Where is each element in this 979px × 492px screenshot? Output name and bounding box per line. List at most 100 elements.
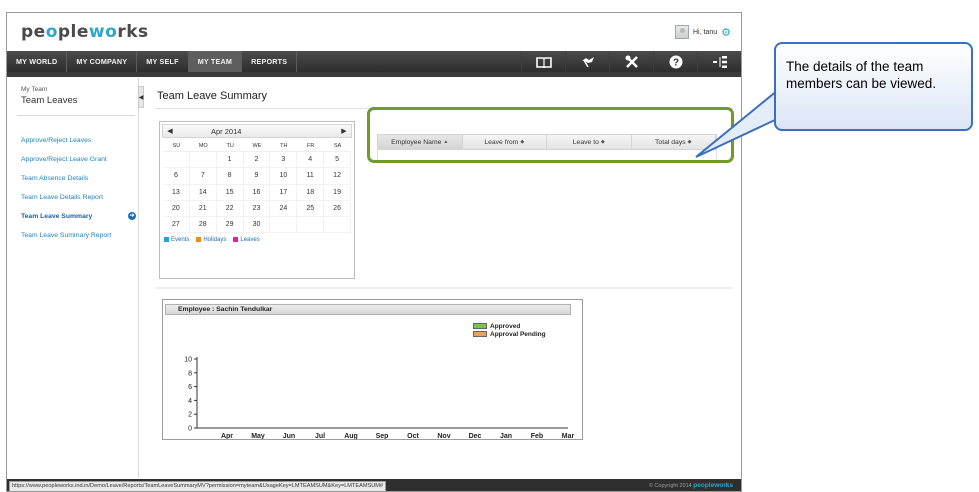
calendar-day[interactable]: 2 [243, 152, 271, 169]
main-nav: MY WORLD MY COMPANY MY SELF MY TEAM REPO… [7, 51, 741, 72]
calendar-day[interactable]: 30 [243, 217, 271, 234]
calendar-legend-item: Leaves [233, 237, 260, 244]
calendar-day[interactable]: 4 [297, 152, 325, 169]
calendar-widget: ◀ Apr 2014 ▶ SU MO TU WE TH FR SA 1 2 3 4 5 6 7 8 9 10 11… [159, 121, 355, 279]
calendar-day[interactable]: 20 [163, 200, 190, 218]
copyright-text: © Copyright 2014 [648, 483, 692, 489]
calendar-grid: SU MO TU WE TH FR SA 1 2 3 4 5 6 7 8 9 10 11 12 13 14 15 16 17 1… [163, 140, 351, 234]
user-greeting: Hi, tanu [693, 28, 718, 36]
next-month-button[interactable]: ▶ [337, 127, 351, 135]
tools-icon[interactable] [609, 51, 653, 72]
collapse-sidebar-button[interactable]: ◀ [138, 86, 144, 108]
x-tick-label: Jun [283, 433, 295, 439]
help-icon[interactable]: ? [653, 51, 697, 72]
calendar-day[interactable]: 6 [163, 168, 190, 185]
page-title: Team Leave Summary [157, 90, 268, 102]
footer-copyright: © Copyright 2014 peopleworks [649, 482, 733, 489]
avatar[interactable] [675, 25, 689, 39]
logo-text-4: w [88, 22, 106, 42]
calendar-day[interactable]: 8 [216, 168, 244, 185]
tab-my-team[interactable]: MY TEAM [188, 51, 243, 72]
sidebar-item-approve-reject-leave-grant[interactable]: Approve/Reject Leave Grant [21, 155, 136, 174]
x-tick-label: Mar [562, 433, 575, 439]
chart-title: Employee : Sachin Tendulkar [165, 304, 571, 315]
weekday-label: TU [216, 140, 244, 152]
calendar-day[interactable]: 16 [243, 184, 271, 201]
breadcrumb[interactable]: My Team [21, 86, 78, 93]
calendar-day[interactable]: 7 [189, 168, 217, 185]
calendar-day[interactable]: 14 [189, 184, 217, 201]
calendar-day[interactable]: 1 [216, 152, 244, 169]
calendar-day[interactable]: 19 [324, 184, 351, 201]
app-header: peopleworks Hi, tanu ⚙ [7, 13, 741, 51]
calendar-day[interactable]: 23 [243, 200, 271, 218]
weekday-label: TH [270, 140, 298, 152]
x-tick-label: May [251, 433, 265, 439]
sidebar-item-team-leave-summary[interactable]: Team Leave Summary ➜ [21, 212, 136, 231]
gear-icon[interactable]: ⚙ [721, 26, 731, 39]
prev-month-button[interactable]: ◀ [163, 127, 177, 135]
calendar-day[interactable]: 22 [216, 200, 244, 218]
leave-chart: Employee : Sachin Tendulkar Approved App… [162, 299, 583, 440]
tab-my-self[interactable]: MY SELF [137, 51, 189, 72]
calendar-empty-cell [189, 152, 217, 169]
x-tick-label: Dec [469, 433, 482, 439]
weekday-label: MO [189, 140, 217, 152]
legend-label: Leaves [240, 237, 260, 244]
calendar-day[interactable]: 17 [270, 184, 298, 201]
sidebar-item-team-leave-summary-report[interactable]: Team Leave Summary Report [21, 231, 136, 250]
calendar-day[interactable]: 29 [216, 217, 244, 234]
calendar-empty-cell [324, 217, 351, 234]
calendar-day[interactable]: 3 [270, 152, 298, 169]
sidebar-item-approve-reject-leaves[interactable]: Approve/Reject Leaves [21, 136, 136, 155]
sidebar-heading: My Team Team Leaves [21, 86, 78, 106]
peopleworks-logo[interactable]: peopleworks [21, 22, 149, 42]
calendar-day[interactable]: 5 [324, 152, 351, 169]
sidebar-item-team-absence-details[interactable]: Team Absence Details [21, 174, 136, 193]
y-tick-label: 2 [188, 412, 192, 419]
calendar-day[interactable]: 24 [270, 200, 298, 218]
tab-my-world[interactable]: MY WORLD [7, 51, 68, 72]
calendar-day[interactable]: 28 [189, 217, 217, 234]
calendar-day[interactable]: 15 [216, 184, 244, 201]
svg-text:?: ? [672, 57, 678, 68]
calendar-day[interactable]: 9 [243, 168, 271, 185]
calendar-day[interactable]: 13 [163, 184, 190, 201]
calendar-month-label: Apr 2014 [211, 126, 242, 136]
callout-note: The details of the team members can be v… [774, 42, 973, 131]
flag-icon[interactable] [565, 51, 609, 72]
legend-label: Approved [490, 322, 521, 330]
calendar-day[interactable]: 27 [163, 217, 190, 234]
tab-reports[interactable]: REPORTS [242, 51, 298, 72]
tab-my-company[interactable]: MY COMPANY [67, 51, 138, 72]
sidebar-item-team-leave-details-report[interactable]: Team Leave Details Report [21, 193, 136, 212]
x-tick-label: Aug [344, 433, 358, 439]
x-tick-label: Nov [437, 433, 450, 439]
logo-text-5: o [105, 22, 118, 42]
sitemap-icon[interactable] [697, 51, 741, 72]
calendar-day[interactable]: 21 [189, 200, 217, 218]
footer-brand: peopleworks [693, 482, 733, 489]
legend-label: Holidays [203, 237, 227, 244]
calendar-day[interactable]: 10 [270, 168, 298, 185]
chart-plot: 0 2 4 6 8 10 Apr May Jun Jul Aug Sep Oct Nov Dec Jan Feb… [184, 357, 575, 440]
weekday-label: SA [324, 140, 351, 152]
logo-text-1: pe [21, 22, 46, 42]
weekday-label: WE [243, 140, 271, 152]
legend-item-approval-pending: Approval Pending [473, 330, 546, 338]
calendar-day[interactable]: 26 [324, 200, 351, 218]
legend-item-approved: Approved [473, 322, 546, 330]
nav-stripe [7, 72, 741, 77]
x-tick-label: Apr [221, 433, 233, 439]
calendar-day[interactable]: 11 [297, 168, 325, 185]
legend-swatch [196, 237, 202, 243]
book-icon[interactable] [521, 51, 565, 72]
calendar-day[interactable]: 12 [324, 168, 351, 185]
y-tick-label: 0 [188, 426, 192, 433]
x-tick-label: Jan [500, 433, 512, 439]
logo-text-6: rks [117, 22, 149, 42]
calendar-day[interactable]: 18 [297, 184, 325, 201]
logo-text-2: o [45, 22, 58, 42]
legend-swatch [233, 237, 239, 243]
calendar-day[interactable]: 25 [297, 200, 325, 218]
